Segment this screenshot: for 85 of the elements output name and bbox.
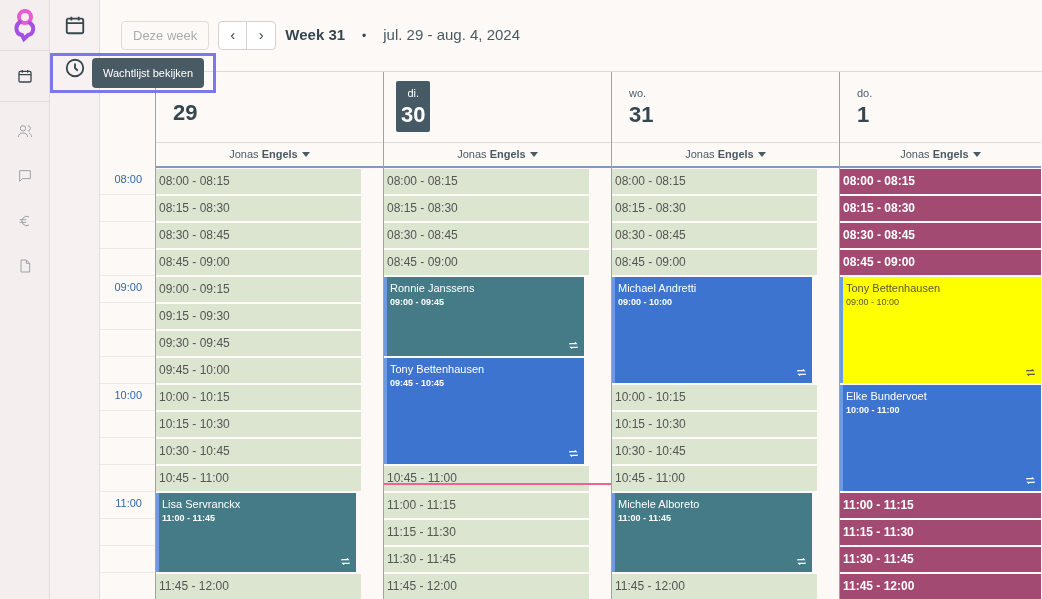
free-slot[interactable]: 10:45 - 11:00 (156, 466, 361, 491)
free-slot[interactable]: 08:15 - 08:30 (612, 196, 817, 221)
blocked-slot: 11:00 - 11:15 (840, 493, 1041, 518)
staff-dropdown[interactable]: Jonas Engels (229, 146, 310, 163)
free-slot[interactable]: 11:45 - 12:00 (156, 574, 361, 599)
free-slot[interactable]: 11:00 - 11:15 (384, 493, 589, 518)
weekday-label: wo. (629, 86, 647, 101)
client-name: Lisa Servranckx (162, 497, 242, 512)
date-range: jul. 29 - aug. 4, 2024 (383, 25, 521, 46)
free-slot[interactable]: 10:45 - 11:00 (612, 466, 817, 491)
appointment-time: 09:00 - 10:00 (618, 296, 674, 309)
appointment-time: 09:00 - 09:45 (390, 296, 446, 309)
appointment-time: 11:00 - 11:45 (162, 512, 217, 525)
appointment-card[interactable]: Michele Alboreto 11:00 - 11:45 (612, 493, 812, 572)
free-slot[interactable]: 08:00 - 08:15 (612, 169, 817, 194)
date-number: 29 (173, 100, 198, 126)
client-name: Tony Bettenhausen (390, 362, 486, 377)
client-name: Tony Bettenhausen (846, 281, 942, 296)
appointment-card[interactable]: Elke Bundervoet 10:00 - 11:00 (840, 385, 1041, 491)
free-slot[interactable]: 08:45 - 09:00 (612, 250, 817, 275)
free-slot[interactable]: 10:15 - 10:30 (612, 412, 817, 437)
appointment-time: 09:00 - 10:00 (846, 296, 901, 309)
client-name: Ronnie Janssens (390, 281, 476, 296)
date-number: 31 (629, 101, 654, 128)
free-slot[interactable]: 10:45 - 11:00 (384, 466, 589, 491)
appointment-time: 09:45 - 10:45 (390, 377, 446, 390)
blocked-slot: 11:15 - 11:30 (840, 520, 1041, 545)
previous-week-button[interactable]: ‹ (219, 22, 248, 49)
caret-icon (757, 152, 766, 157)
free-slot[interactable]: 11:45 - 12:00 (384, 574, 589, 599)
free-slot[interactable]: 08:00 - 08:15 (384, 169, 589, 194)
weekday-label: di. (407, 86, 420, 101)
staff-dropdown[interactable]: Jonas Engels (457, 146, 538, 163)
free-slot[interactable]: 08:30 - 08:45 (156, 223, 361, 248)
client-name: Elke Bundervoet (846, 389, 928, 404)
free-slot[interactable]: 08:00 - 08:15 (156, 169, 361, 194)
free-slot[interactable]: 09:30 - 09:45 (156, 331, 361, 356)
caret-icon (529, 152, 538, 157)
date-number: 1 (857, 101, 870, 128)
appointment-card[interactable]: Tony Bettenhausen 09:00 - 10:00 (840, 277, 1041, 383)
tooltip: Wachtlijst bekijken (92, 58, 205, 88)
free-slot[interactable]: 09:00 - 09:15 (156, 277, 361, 302)
time-label: 09:00 (113, 280, 143, 295)
appointment-time: 10:00 - 11:00 (846, 404, 901, 417)
blocked-slot: 11:45 - 12:00 (840, 574, 1041, 599)
date-number: 30 (401, 101, 426, 128)
free-slot[interactable]: 10:15 - 10:30 (156, 412, 361, 437)
staff-dropdown[interactable]: Jonas Engels (900, 146, 981, 163)
free-slot[interactable]: 10:30 - 10:45 (156, 439, 361, 464)
free-slot[interactable]: 08:15 - 08:30 (384, 196, 589, 221)
time-label: 10:00 (113, 388, 143, 403)
appointment-card[interactable]: Tony Bettenhausen 09:45 - 10:45 (384, 358, 584, 464)
free-slot[interactable]: 09:15 - 09:30 (156, 304, 361, 329)
blocked-slot: 08:00 - 08:15 (840, 169, 1041, 194)
free-slot[interactable]: 10:00 - 10:15 (612, 385, 817, 410)
next-week-button[interactable]: › (247, 22, 276, 49)
free-slot[interactable]: 11:45 - 12:00 (612, 574, 817, 599)
free-slot[interactable]: 10:30 - 10:45 (612, 439, 817, 464)
caret-icon (301, 152, 310, 157)
appointment-card[interactable]: Michael Andretti 09:00 - 10:00 (612, 277, 812, 383)
free-slot[interactable]: 08:30 - 08:45 (384, 223, 589, 248)
separator: • (362, 27, 367, 45)
weekday-label: do. (857, 86, 873, 101)
blocked-slot: 11:30 - 11:45 (840, 547, 1041, 572)
free-slot[interactable]: 11:30 - 11:45 (384, 547, 589, 572)
appointment-card[interactable]: Lisa Servranckx 11:00 - 11:45 (156, 493, 356, 572)
week-number: Week 31 (285, 25, 346, 46)
blocked-slot: 08:30 - 08:45 (840, 223, 1041, 248)
free-slot[interactable]: 09:45 - 10:00 (156, 358, 361, 383)
appointment-time: 11:00 - 11:45 (618, 512, 673, 525)
free-slot[interactable]: 11:15 - 11:30 (384, 520, 589, 545)
time-label: 11:00 (114, 496, 143, 511)
blocked-slot: 08:15 - 08:30 (840, 196, 1041, 221)
free-slot[interactable]: 08:45 - 09:00 (156, 250, 361, 275)
free-slot[interactable]: 08:30 - 08:45 (612, 223, 817, 248)
blocked-slot: 08:45 - 09:00 (840, 250, 1041, 275)
caret-icon (972, 152, 981, 157)
staff-dropdown[interactable]: Jonas Engels (685, 146, 766, 163)
free-slot[interactable]: 08:15 - 08:30 (156, 196, 361, 221)
time-label: 08:00 (113, 172, 143, 187)
free-slot[interactable]: 08:45 - 09:00 (384, 250, 589, 275)
free-slot[interactable]: 10:00 - 10:15 (156, 385, 361, 410)
client-name: Michele Alboreto (618, 497, 701, 512)
appointment-card[interactable]: Ronnie Janssens 09:00 - 09:45 (384, 277, 584, 356)
client-name: Michael Andretti (618, 281, 698, 296)
